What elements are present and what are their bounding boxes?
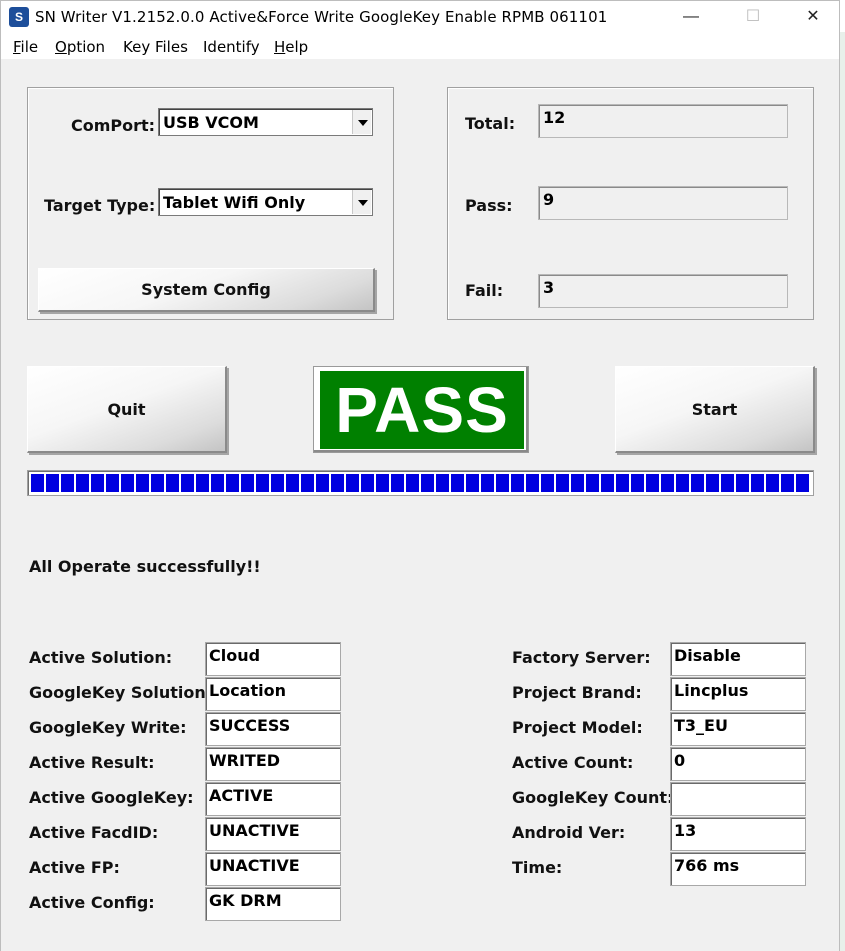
detail-value: GK DRM [209,891,282,910]
title-bar: S SN Writer V1.2152.0.0 Active&Force Wri… [1,1,839,33]
pass-label: Pass: [465,196,513,215]
detail-label: GoogleKey Write: [29,718,187,737]
target-type-select[interactable]: Tablet Wifi Only [158,188,373,216]
system-config-button[interactable]: System Config [38,268,375,312]
detail-label: Factory Server: [512,648,651,667]
detail-value: WRITED [209,751,281,770]
detail-value-field: GK DRM [205,887,341,921]
detail-value-field: WRITED [205,747,341,781]
detail-value-field: Cloud [205,642,341,676]
detail-label: Project Model: [512,718,643,737]
detail-label: Active Result: [29,753,155,772]
detail-value: SUCCESS [209,716,291,735]
detail-label: GoogleKey Count: [512,788,674,807]
detail-label: Active FacdID: [29,823,159,842]
menu-help[interactable]: Help [274,38,308,56]
target-type-label: Target Type: [44,196,156,215]
total-label: Total: [465,114,516,133]
detail-label: Active Config: [29,893,155,912]
progress-fill [31,474,809,492]
client-area: ComPort: USB VCOM Target Type: Tablet Wi… [1,59,839,951]
total-field: 12 [538,104,788,138]
config-group: ComPort: USB VCOM Target Type: Tablet Wi… [27,87,394,320]
menu-option[interactable]: Option [55,38,105,56]
fail-field: 3 [538,274,788,308]
detail-value-field: Disable [670,642,806,676]
detail-label: Active FP: [29,858,120,877]
detail-label: Time: [512,858,563,877]
detail-label: Active Count: [512,753,634,772]
detail-value: UNACTIVE [209,856,300,875]
menu-key-files[interactable]: Key Files [123,38,188,56]
detail-value-field [670,782,806,816]
detail-value: Cloud [209,646,261,665]
target-type-value: Tablet Wifi Only [163,193,306,212]
chevron-down-icon[interactable] [352,110,371,134]
app-icon: S [9,7,29,27]
detail-value-field: 766 ms [670,852,806,886]
detail-value-field: Location [205,677,341,711]
detail-value-field: ACTIVE [205,782,341,816]
menu-file[interactable]: File [13,38,38,56]
detail-value-field: Lincplus [670,677,806,711]
detail-value: 13 [674,821,697,840]
detail-value: T3_EU [674,716,728,735]
detail-value-field: UNACTIVE [205,817,341,851]
result-text: PASS [320,371,524,449]
chevron-down-icon[interactable] [352,190,371,214]
quit-button[interactable]: Quit [27,366,227,453]
detail-value: 0 [674,751,686,770]
menu-bar: File Option Key Files Identify Help [1,33,839,59]
start-button[interactable]: Start [615,366,815,453]
stats-group: Total: 12 Pass: 9 Fail: 3 [447,87,814,320]
detail-label: Project Brand: [512,683,642,702]
menu-identify[interactable]: Identify [203,38,260,56]
detail-value-field: SUCCESS [205,712,341,746]
progress-bar [27,470,814,496]
minimize-button[interactable]: — [668,1,714,33]
comport-select[interactable]: USB VCOM [158,108,373,136]
detail-value-field: 0 [670,747,806,781]
detail-value: Disable [674,646,741,665]
detail-value-field: 13 [670,817,806,851]
detail-value-field: UNACTIVE [205,852,341,886]
detail-value: Location [209,681,286,700]
result-indicator: PASS [313,366,529,453]
comport-label: ComPort: [71,116,156,135]
comport-value: USB VCOM [163,113,259,132]
detail-value: 766 ms [674,856,740,875]
detail-label: GoogleKey Solution: [29,683,213,702]
sn-writer-window: S SN Writer V1.2152.0.0 Active&Force Wri… [0,0,840,951]
pass-field: 9 [538,186,788,220]
detail-label: Active GoogleKey: [29,788,194,807]
window-title: SN Writer V1.2152.0.0 Active&Force Write… [35,8,608,26]
detail-label: Active Solution: [29,648,173,667]
status-message: All Operate successfully!! [29,557,261,576]
fail-label: Fail: [465,281,504,300]
detail-value: UNACTIVE [209,821,300,840]
detail-value-field: T3_EU [670,712,806,746]
close-button[interactable]: ✕ [790,1,836,33]
maximize-button[interactable]: ☐ [730,1,776,33]
detail-label: Android Ver: [512,823,626,842]
detail-value: Lincplus [674,681,749,700]
detail-value: ACTIVE [209,786,274,805]
